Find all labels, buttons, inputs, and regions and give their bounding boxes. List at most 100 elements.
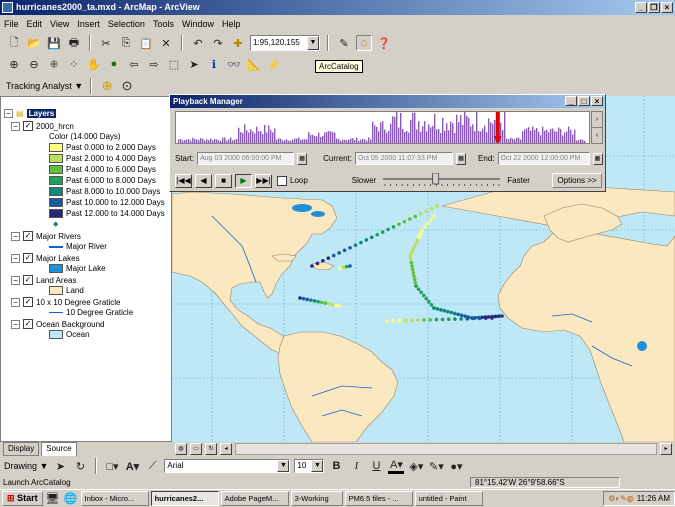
collapse-icon[interactable]: − — [11, 253, 20, 263]
add-temporal-data-icon[interactable]: ⊕ — [99, 78, 115, 94]
text-icon[interactable]: A▾ — [124, 458, 140, 474]
rectangle-icon[interactable]: □▾ — [104, 458, 120, 474]
layers-title[interactable]: Layers — [26, 109, 57, 118]
select-features-icon[interactable]: ⬚ — [166, 56, 182, 72]
taskbar-item-active[interactable]: hurricanes2... — [150, 491, 219, 506]
layer-name[interactable]: 2000_hrcn — [36, 122, 74, 131]
arccatalog-icon[interactable]: ⌂ — [356, 35, 372, 51]
browser-icon[interactable]: 🌐 — [63, 491, 79, 507]
back-extent-icon[interactable]: ⇦ — [126, 56, 142, 72]
menu-edit[interactable]: Edit — [27, 19, 43, 29]
taskbar-item[interactable]: Inbox - Micro... — [80, 491, 149, 506]
zoom-in-icon[interactable]: ⊕ — [6, 56, 22, 72]
identify-icon[interactable]: ℹ — [206, 56, 222, 72]
full-extent-icon[interactable]: ● — [106, 56, 122, 72]
restore-button[interactable]: ❐ — [648, 2, 660, 13]
layer-visibility-checkbox[interactable]: ✓ — [23, 297, 33, 307]
find-icon[interactable]: 👓 — [226, 56, 242, 72]
underline-icon[interactable]: U — [368, 458, 384, 474]
chevron-down-icon[interactable]: ▼ — [307, 36, 319, 50]
undo-icon[interactable]: ↶ — [190, 35, 206, 51]
redo-icon[interactable]: ↷ — [210, 35, 226, 51]
options-button[interactable]: Options >> — [552, 173, 602, 188]
select-elements-icon[interactable]: ➤ — [52, 458, 68, 474]
taskbar-item[interactable]: untitled - Paint — [414, 491, 483, 506]
forward-extent-icon[interactable]: ⇨ — [146, 56, 162, 72]
layer-name[interactable]: Major Lakes — [36, 254, 80, 263]
current-calendar-button[interactable]: ▦ — [456, 152, 467, 165]
start-time-field[interactable]: Aug 03 2000 06:00:00 PM — [197, 152, 295, 165]
bold-icon[interactable]: B — [328, 458, 344, 474]
stop-button[interactable]: ■ — [215, 173, 232, 188]
menu-selection[interactable]: Selection — [108, 19, 145, 29]
marker-color-icon[interactable]: ●▾ — [448, 458, 464, 474]
start-button[interactable]: ⊞ Start — [2, 491, 43, 506]
layer-name[interactable]: Ocean Background — [36, 320, 105, 329]
scroll-right-icon[interactable]: › — [592, 112, 602, 128]
tab-display[interactable]: Display — [3, 442, 40, 456]
taskbar-item[interactable]: 3-Working — [290, 491, 343, 506]
loop-checkbox[interactable] — [277, 175, 287, 186]
fixed-zoom-in-icon[interactable]: ⁜ — [46, 56, 62, 72]
go-to-start-button[interactable]: |◀◀ — [175, 173, 192, 188]
hyperlink-icon[interactable]: ⚡ — [266, 56, 282, 72]
collapse-icon[interactable]: − — [11, 319, 20, 329]
layer-visibility-checkbox[interactable]: ✓ — [23, 231, 33, 241]
speed-slider-thumb[interactable] — [432, 173, 440, 185]
delete-icon[interactable]: ✕ — [158, 35, 174, 51]
scroll-left-icon[interactable]: ‹ — [592, 128, 602, 143]
collapse-icon[interactable]: − — [4, 109, 13, 118]
layer-name[interactable]: Land Areas — [36, 276, 76, 285]
go-to-end-button[interactable]: ▶▶| — [255, 173, 272, 188]
play-button[interactable]: ▶ — [235, 173, 252, 188]
collapse-icon[interactable]: − — [11, 231, 20, 241]
current-time-field[interactable]: Oct 05 2000 11:07:33 PM — [355, 152, 454, 165]
collapse-icon[interactable]: − — [11, 121, 20, 131]
minimize-button[interactable]: _ — [565, 96, 577, 106]
layer-name[interactable]: Major Rivers — [36, 232, 81, 241]
data-view-icon[interactable]: ◍ — [175, 443, 187, 455]
step-back-button[interactable]: ◀ — [195, 173, 212, 188]
playback-manager-title-bar[interactable]: Playback Manager _ □ × — [170, 95, 605, 108]
layer-visibility-checkbox[interactable]: ✓ — [23, 121, 33, 131]
minimize-button[interactable]: _ — [635, 2, 647, 13]
layer-visibility-checkbox[interactable]: ✓ — [23, 319, 33, 329]
end-time-field[interactable]: Oct 22 2000 12:00:00 PM — [497, 152, 590, 165]
taskbar-item[interactable]: PM6.5 files - ... — [344, 491, 413, 506]
tracking-analyst-menu[interactable]: Tracking Analyst ▼ — [6, 81, 83, 91]
open-folder-icon[interactable]: 📂 — [26, 35, 42, 51]
pan-icon[interactable]: ✋ — [86, 56, 102, 72]
start-calendar-button[interactable]: ▦ — [297, 152, 308, 165]
horizontal-scrollbar[interactable] — [235, 443, 657, 455]
layer-visibility-checkbox[interactable]: ✓ — [23, 275, 33, 285]
fixed-zoom-out-icon[interactable]: ⁘ — [66, 56, 82, 72]
select-elements-icon[interactable]: ➤ — [186, 56, 202, 72]
tab-source[interactable]: Source — [41, 442, 77, 456]
collapse-icon[interactable]: − — [11, 275, 20, 285]
close-button[interactable]: × — [661, 2, 673, 13]
tray-icons[interactable]: ⚙◐✎◍ — [608, 492, 634, 505]
layer-visibility-checkbox[interactable]: ✓ — [23, 253, 33, 263]
whats-this-icon[interactable]: ❓ — [376, 35, 392, 51]
taskbar-item[interactable]: Adobe PageM... — [220, 491, 289, 506]
playback-manager-icon[interactable]: ⊙ — [119, 78, 135, 94]
refresh-icon[interactable]: ↻ — [205, 443, 217, 455]
playback-manager-window[interactable]: Playback Manager _ □ × › ‹ Start: Aug 03… — [169, 94, 606, 192]
cut-icon[interactable]: ✂ — [98, 35, 114, 51]
zoom-out-icon[interactable]: ⊖ — [26, 56, 42, 72]
copy-icon[interactable]: ⎘ — [118, 35, 134, 51]
histogram-scrollbar[interactable]: › ‹ — [591, 111, 603, 144]
layer-name[interactable]: 10 x 10 Degree Graticle — [36, 298, 121, 307]
rotate-icon[interactable]: ↻ — [72, 458, 88, 474]
font-color-icon[interactable]: A▾ — [388, 458, 405, 474]
menu-window[interactable]: Window — [182, 19, 214, 29]
desktop-icon[interactable]: 🖥 — [45, 491, 61, 507]
menu-file[interactable]: File — [4, 19, 19, 29]
font-name-combo[interactable]: Arial ▼ — [164, 459, 291, 473]
menu-tools[interactable]: Tools — [153, 19, 174, 29]
print-icon[interactable]: 🖶 — [66, 35, 82, 51]
fill-color-icon[interactable]: ◈▾ — [408, 458, 424, 474]
measure-icon[interactable]: 📐 — [246, 56, 262, 72]
speed-slider[interactable] — [379, 173, 504, 188]
menu-help[interactable]: Help — [222, 19, 241, 29]
